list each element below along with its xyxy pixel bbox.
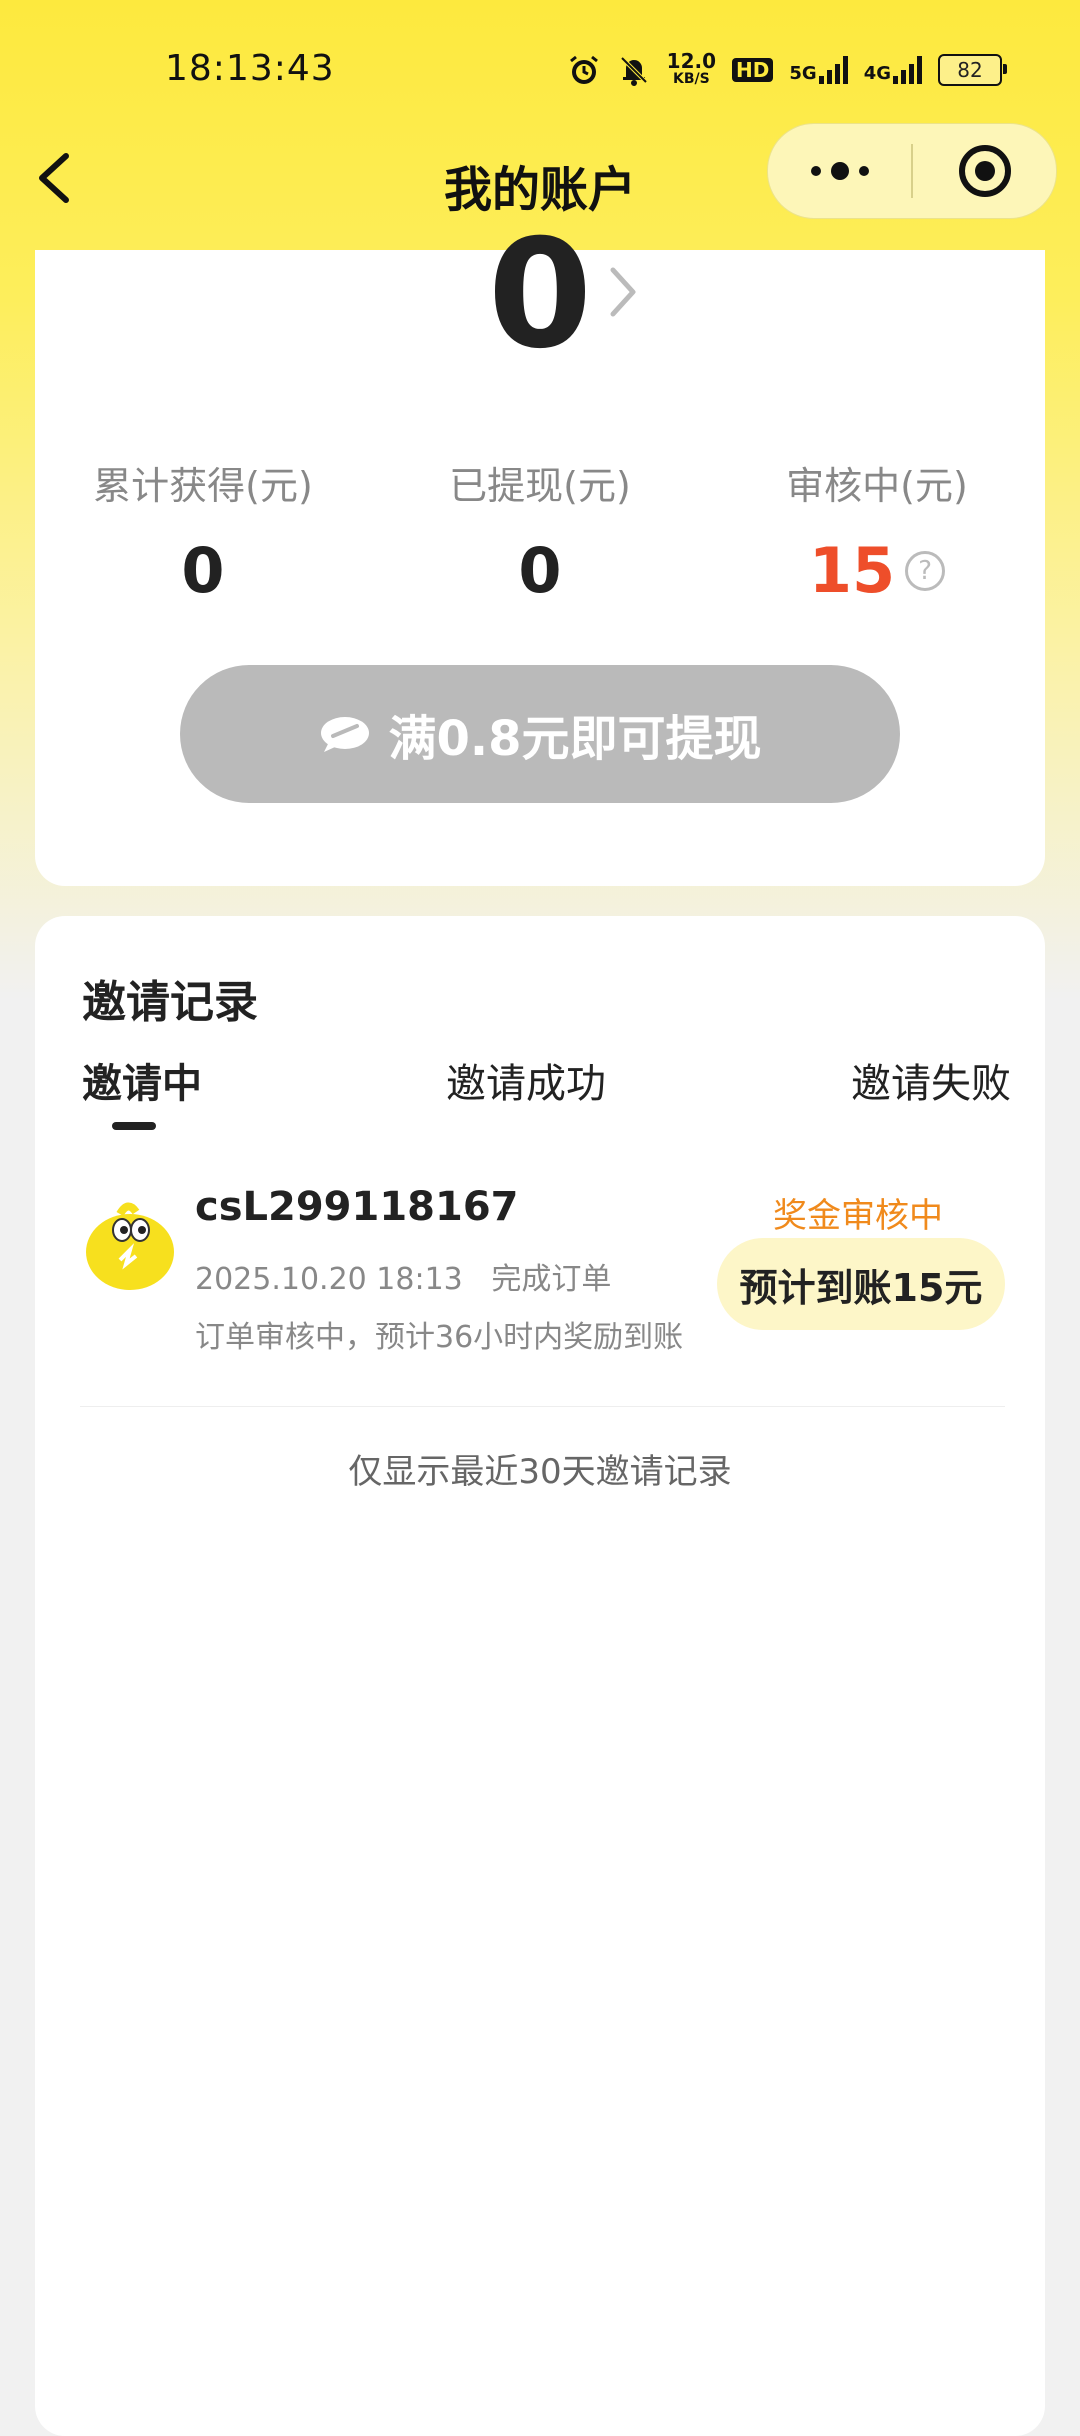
stat-number: 15 [808,534,896,607]
invite-records-card: 邀请记录 邀请中 邀请成功 邀请失败 csL299118167 2025.10.… [35,916,1045,2436]
battery-level: 82 [957,58,983,82]
more-dots-icon [810,162,869,180]
stat-under-review: 审核中(元) 15 ? [709,455,1045,607]
signal-icon: 5G [789,56,848,84]
network-type-2: 4G [863,63,891,84]
status-bar: 18:13:43 12.0 KB/S HD 5G 4G 82 [0,0,1080,140]
more-button[interactable] [768,124,911,218]
divider [80,1406,1005,1407]
status-icons: 12.0 KB/S HD 5G 4G 82 [567,49,1007,88]
battery-icon: 82 [938,54,1007,86]
speed-unit: KB/S [672,71,710,87]
stat-label: 审核中(元) [786,464,968,508]
signal-icon-2: 4G [864,56,922,84]
help-icon[interactable]: ? [905,550,946,591]
network-speed: 12.0 KB/S [666,49,717,88]
stat-label: 累计获得(元) [93,464,313,508]
invite-action: 完成订单 [491,1262,612,1297]
miniapp-capsule [767,123,1057,219]
records-footnote: 仅显示最近30天邀请记录 [348,1452,732,1492]
close-miniapp-button[interactable] [913,124,1056,218]
withdraw-label: 满0.8元即可提现 [388,711,762,767]
tab-inviting[interactable]: 邀请中 [82,1051,202,1109]
wechat-icon [321,717,370,752]
stat-number: 0 [518,534,562,607]
account-card: 0 累计获得(元) 0 已提现(元) 0 审核中(元) 15 ? 满0.8元即可… [35,210,1045,886]
hd-badge: HD [732,58,774,82]
speed-value: 12.0 [666,49,717,73]
stat-value: 15 ? [709,534,1045,607]
balance-value[interactable]: 0 [35,210,1045,380]
tab-invite-failed[interactable]: 邀请失败 [851,1051,1011,1109]
eta-badge: 预计到账15元 [717,1238,1005,1330]
invite-note: 订单审核中，预计36小时内奖励到账 [195,1320,684,1355]
stat-value: 0 [35,534,371,607]
stat-value: 0 [372,534,708,607]
tab-invite-success[interactable]: 邀请成功 [446,1051,606,1109]
status-time: 18:13:43 [165,48,335,89]
withdraw-button[interactable]: 满0.8元即可提现 [180,665,900,803]
stat-number: 0 [181,534,225,607]
stat-total-earned: 累计获得(元) 0 [35,455,371,607]
invite-date: 2025.10.20 18:13 [195,1262,463,1297]
mute-bell-icon [617,53,651,87]
stat-label: 已提现(元) [449,464,631,508]
chevron-right-icon[interactable] [603,262,643,322]
target-icon [958,145,1011,197]
active-tab-indicator [112,1122,156,1130]
invitee-username: csL299118167 [195,1184,519,1230]
section-title: 邀请记录 [82,977,258,1028]
stat-withdrawn: 已提现(元) 0 [372,455,708,607]
reward-status: 奖金审核中 [773,1196,943,1236]
avatar [86,1202,174,1290]
network-type-1: 5G [789,63,817,84]
alarm-icon [567,53,601,87]
invite-meta: 2025.10.20 18:13 完成订单 [195,1254,611,1298]
